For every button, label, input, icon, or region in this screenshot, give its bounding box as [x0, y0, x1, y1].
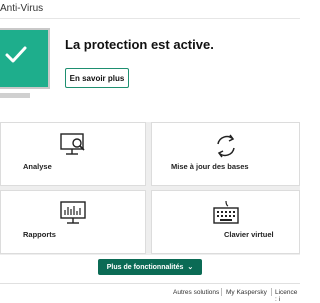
tile-database-update-label: Mise à jour des bases [171, 162, 249, 171]
chevron-down-icon: ⌄ [187, 264, 194, 271]
window-title: Anti-Virus [0, 3, 44, 14]
protection-monitor-icon [0, 28, 52, 98]
checkmark-icon [5, 46, 27, 63]
footer-bar: Autres solutions My Kaspersky Licence : … [0, 283, 300, 303]
tile-reports-label: Rapports [23, 230, 56, 239]
keyboard-icon [212, 200, 239, 224]
tile-scan[interactable]: Analyse [0, 122, 146, 186]
tile-virtual-keyboard[interactable]: Clavier virtuel [151, 190, 300, 254]
more-features-button[interactable]: Plus de fonctionnalités ⌄ [98, 259, 202, 275]
learn-more-button[interactable]: En savoir plus [65, 68, 129, 88]
protection-status-panel: La protection est active. En savoir plus [0, 19, 300, 117]
monitor-scan-icon [60, 133, 85, 155]
more-features-label: Plus de fonctionnalités [106, 263, 184, 271]
tile-virtual-keyboard-label: Clavier virtuel [224, 230, 274, 239]
tile-database-update[interactable]: Mise à jour des bases [151, 122, 300, 186]
title-bar: Anti-Virus [0, 0, 300, 19]
reports-icon [60, 201, 86, 224]
refresh-icon [216, 134, 235, 158]
other-solutions-link[interactable]: Autres solutions [173, 289, 219, 296]
footer-separator [221, 288, 222, 296]
footer-separator [271, 288, 272, 296]
feature-tiles: Analyse Mise à jour des bases Rapports C… [0, 122, 300, 255]
tile-reports[interactable]: Rapports [0, 190, 146, 254]
my-kaspersky-link[interactable]: My Kaspersky [226, 289, 267, 296]
protection-status-heading: La protection est active. [65, 37, 214, 52]
license-link[interactable]: Licence : i [275, 289, 300, 303]
tile-scan-label: Analyse [23, 162, 52, 171]
